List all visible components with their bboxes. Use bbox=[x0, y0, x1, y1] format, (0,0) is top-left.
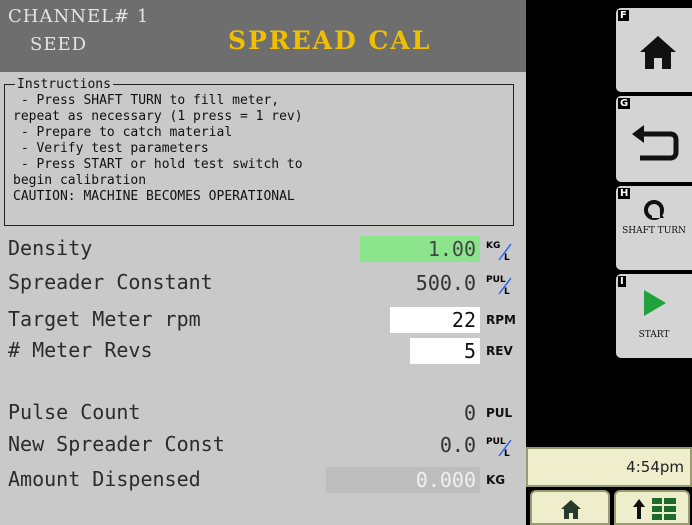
target-meter-rpm-row[interactable]: Target Meter rpm 22 RPM bbox=[0, 305, 526, 335]
softkey-letter: F bbox=[618, 10, 629, 21]
play-icon bbox=[644, 290, 666, 316]
meter-revs-row[interactable]: # Meter Revs 5 REV bbox=[0, 336, 526, 366]
up-arrow-icon bbox=[633, 499, 645, 519]
pulse-count-label: Pulse Count bbox=[8, 400, 141, 424]
pulse-count-row: Pulse Count 0 PUL bbox=[0, 398, 526, 428]
pulse-count-value: 0 bbox=[463, 401, 476, 425]
shaft-turn-softkey-button[interactable]: H SHAFT TURN bbox=[616, 186, 692, 270]
calibration-panel: CHANNEL# 1 SEED SPREAD CAL Instructions … bbox=[0, 0, 526, 525]
amount-dispensed-label: Amount Dispensed bbox=[8, 467, 201, 491]
home-icon bbox=[561, 500, 581, 519]
back-softkey-button[interactable]: G bbox=[616, 96, 692, 182]
instruction-line: begin calibration bbox=[13, 173, 147, 188]
target-meter-rpm-label: Target Meter rpm bbox=[8, 307, 201, 331]
softkey-letter: G bbox=[618, 98, 631, 109]
clock-time: 4:54pm bbox=[626, 458, 684, 476]
shaft-turn-icon bbox=[644, 200, 664, 220]
instruction-line: - Verify test parameters bbox=[13, 141, 209, 156]
instruction-line: - Prepare to catch material bbox=[13, 125, 233, 140]
amount-dispensed-value: 0.000 bbox=[326, 467, 480, 493]
pulse-count-unit: PUL bbox=[486, 406, 513, 420]
instruction-line: repeat as necessary (1 press = 1 rev) bbox=[13, 109, 303, 124]
target-meter-rpm-unit: RPM bbox=[486, 313, 516, 327]
svg-text:PUL: PUL bbox=[486, 437, 506, 447]
instruction-line: - Press SHAFT TURN to fill meter, bbox=[13, 93, 280, 108]
meter-revs-label: # Meter Revs bbox=[8, 338, 153, 362]
page-title: SPREAD CAL bbox=[228, 26, 432, 55]
new-spreader-const-row: New Spreader Const 0.0 PUL L bbox=[0, 430, 526, 460]
amount-dispensed-row: Amount Dispensed 0.000 KG bbox=[0, 465, 526, 495]
spreader-constant-value[interactable]: 500.0 bbox=[360, 270, 480, 296]
density-row[interactable]: Density 1.00 KG L bbox=[0, 234, 526, 264]
home-shortcut-button[interactable] bbox=[530, 490, 610, 525]
amount-dispensed-unit: KG bbox=[486, 473, 506, 487]
softkey-letter: H bbox=[618, 188, 631, 199]
channel-product: SEED bbox=[30, 34, 88, 55]
spreader-constant-label: Spreader Constant bbox=[8, 270, 213, 294]
new-spreader-const-label: New Spreader Const bbox=[8, 432, 225, 456]
svg-text:L: L bbox=[504, 287, 510, 296]
instruction-line: CAUTION: MACHINE BECOMES OPERATIONAL bbox=[13, 189, 295, 204]
new-spreader-const-unit-pul-per-l: PUL L bbox=[486, 434, 514, 461]
svg-text:KG: KG bbox=[486, 241, 500, 251]
shaft-turn-label: SHAFT TURN bbox=[622, 226, 686, 236]
back-arrow-icon bbox=[632, 125, 679, 161]
svg-text:L: L bbox=[504, 449, 510, 458]
meter-revs-value[interactable]: 5 bbox=[410, 338, 480, 364]
new-spreader-const-value: 0.0 bbox=[439, 433, 476, 457]
channel-label: CHANNEL# 1 bbox=[8, 6, 150, 27]
instructions-legend: Instructions bbox=[15, 77, 113, 92]
start-softkey-button[interactable]: I START bbox=[616, 274, 692, 358]
spreader-constant-unit-pul-per-l: PUL L bbox=[486, 272, 514, 299]
spreader-constant-row[interactable]: Spreader Constant 500.0 PUL L bbox=[0, 268, 526, 298]
clock-panel: 4:54pm bbox=[526, 447, 692, 487]
svg-text:PUL: PUL bbox=[486, 275, 506, 285]
instructions-list: - Press SHAFT TURN to fill meter, repeat… bbox=[13, 93, 303, 205]
page-header: CHANNEL# 1 SEED SPREAD CAL bbox=[0, 0, 526, 72]
density-unit-kg-per-l: KG L bbox=[486, 238, 514, 265]
home-icon bbox=[640, 36, 676, 69]
density-value[interactable]: 1.00 bbox=[360, 236, 480, 262]
density-label: Density bbox=[8, 236, 93, 260]
menu-shortcut-button[interactable] bbox=[614, 490, 690, 525]
home-softkey-button[interactable]: F bbox=[616, 8, 692, 92]
svg-text:L: L bbox=[504, 253, 510, 262]
meter-revs-unit: REV bbox=[486, 344, 513, 358]
target-meter-rpm-value[interactable]: 22 bbox=[390, 307, 480, 333]
softkey-letter: I bbox=[618, 276, 626, 287]
start-label: START bbox=[638, 330, 670, 340]
instruction-line: - Press START or hold test switch to bbox=[13, 157, 303, 172]
instructions-box: Instructions - Press SHAFT TURN to fill … bbox=[4, 77, 514, 226]
grid-menu-icon bbox=[652, 498, 676, 520]
